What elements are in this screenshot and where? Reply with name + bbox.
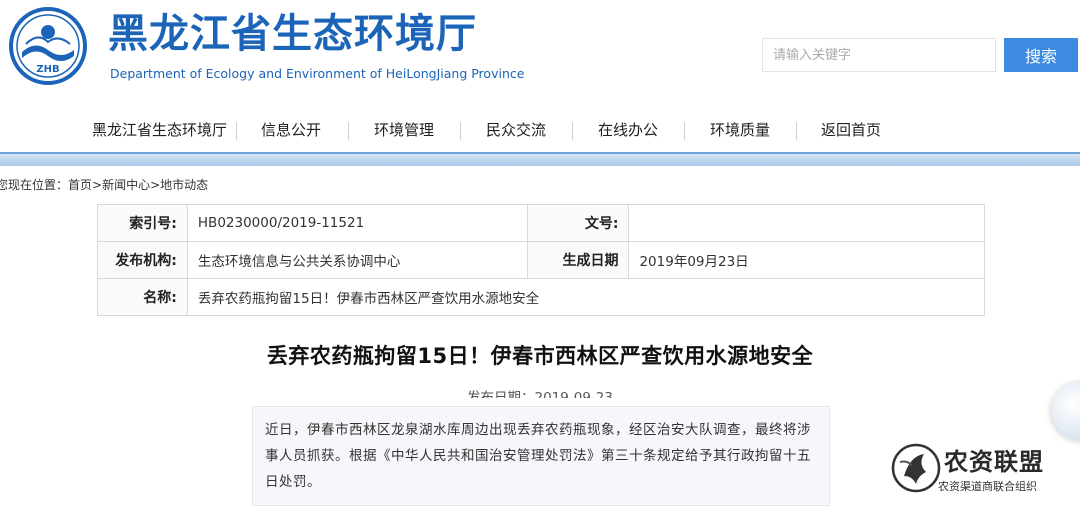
article-body: 近日，伊春市西林区龙泉湖水库周边出现丢弃农药瓶现象，经区治安大队调查，最终将涉事… (252, 406, 830, 506)
ministry-logo-icon[interactable]: ZHB (8, 6, 88, 86)
nav-item-back-home[interactable]: 返回首页 (821, 118, 881, 142)
nav-divider (460, 122, 461, 140)
table-row: 索引号: HB0230000/2019-11521 文号: (97, 204, 985, 242)
nav-divider (684, 122, 685, 140)
search-input[interactable] (762, 38, 996, 72)
nav-divider (796, 122, 797, 140)
nav-item-public-exchange[interactable]: 民众交流 (486, 118, 546, 142)
site-header: ZHB 黑龙江省生态环境厅 Department of Ecology and … (0, 0, 1080, 100)
name-value: 丢弃农药瓶拘留15日！伊春市西林区严查饮用水源地安全 (186, 278, 986, 316)
document-info-table: 索引号: HB0230000/2019-11521 文号: 发布机构: 生态环境… (97, 204, 986, 316)
doc-number-label: 文号: (526, 204, 630, 242)
nav-decorative-band (0, 152, 1080, 166)
site-subtitle: Department of Ecology and Environment of… (110, 66, 525, 81)
nav-item-env-management[interactable]: 环境管理 (374, 118, 434, 142)
doc-number-value (628, 204, 985, 242)
article-publish-date: 发布日期：2019-09-23 (467, 390, 613, 398)
nav-divider (236, 122, 237, 140)
watermark: 农资联盟 农资渠道商联合组织 (890, 440, 1080, 498)
index-value: HB0230000/2019-11521 (186, 204, 528, 242)
main-nav: 黑龙江省生态环境厅 信息公开 环境管理 民众交流 在线办公 环境质量 返回首页 (0, 110, 1080, 150)
breadcrumb-prefix: 您现在位置： (0, 178, 69, 192)
publisher-label: 发布机构: (97, 241, 188, 279)
breadcrumb-local-news[interactable]: >地市动态 (150, 178, 208, 192)
nav-divider (348, 122, 349, 140)
site-title[interactable]: 黑龙江省生态环境厅 (108, 6, 477, 62)
table-row: 名称: 丢弃农药瓶拘留15日！伊春市西林区严查饮用水源地安全 (97, 278, 986, 316)
breadcrumb-home[interactable]: 首页 (68, 178, 92, 192)
nav-item-online-office[interactable]: 在线办公 (598, 118, 658, 142)
breadcrumb-news-center[interactable]: >新闻中心 (92, 178, 150, 192)
nav-item-home-department[interactable]: 黑龙江省生态环境厅 (92, 118, 227, 142)
logo-text: ZHB (36, 64, 59, 75)
nav-divider (572, 122, 573, 140)
nav-item-info-disclosure[interactable]: 信息公开 (261, 118, 321, 142)
nav-item-env-quality[interactable]: 环境质量 (710, 118, 770, 142)
watermark-subtitle: 农资渠道商联合组织 (938, 480, 1037, 493)
generated-date-label: 生成日期 (526, 241, 630, 279)
watermark-title: 农资联盟 (944, 448, 1044, 476)
index-label: 索引号: (97, 204, 188, 242)
generated-date-value: 2019年09月23日 (628, 241, 985, 279)
search-button[interactable]: 搜索 (1004, 38, 1078, 72)
nongzi-alliance-logo-icon (891, 443, 941, 493)
breadcrumb: 您现在位置：首页>新闻中心>地市动态 (0, 176, 208, 193)
article-title: 丢弃农药瓶拘留15日！伊春市西林区严查饮用水源地安全 (266, 344, 814, 368)
name-label: 名称: (97, 278, 188, 316)
publisher-value: 生态环境信息与公共关系协调中心 (186, 241, 528, 279)
table-row: 发布机构: 生态环境信息与公共关系协调中心 生成日期 2019年09月23日 (97, 241, 985, 279)
